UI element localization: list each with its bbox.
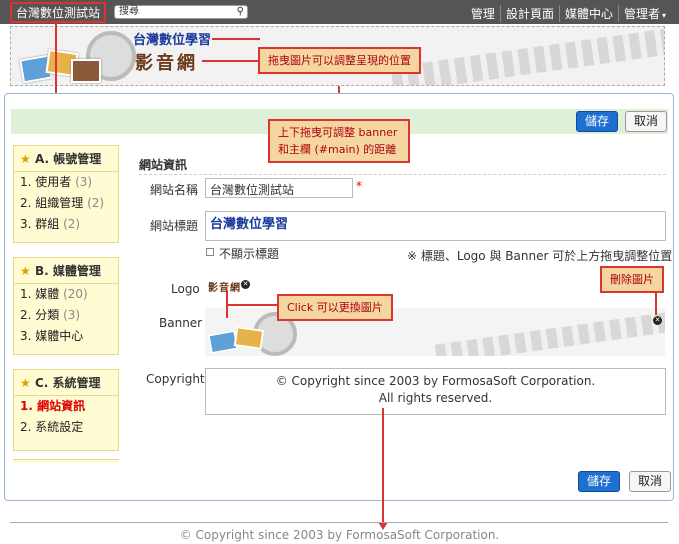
search-icon[interactable]: ⚲	[237, 6, 244, 18]
banner-photo	[71, 59, 101, 83]
site-logo[interactable]: 影音網	[135, 49, 198, 75]
banner-label: Banner	[159, 316, 203, 330]
sidebar-item-site-info[interactable]: 1. 網站資訊	[14, 396, 118, 417]
position-hint: ※ 標題、Logo 與 Banner 可於上方拖曳調整位置	[407, 249, 673, 263]
sidebar-group-media: ★ B. 媒體管理 1. 媒體 (20) 2. 分類 (3) 3. 媒體中心	[13, 257, 119, 355]
section-divider	[139, 174, 666, 175]
sidebar-item-label: 1. 網站資訊	[20, 399, 86, 413]
sidebar-item-label: 2. 分類	[20, 308, 60, 322]
nav-design-page[interactable]: 設計頁面	[499, 5, 559, 22]
sidebar-item-label: 3. 群組	[20, 217, 60, 231]
hide-title-label[interactable]: 不顯示標題	[219, 245, 279, 262]
chevron-down-icon: ▾	[661, 11, 666, 20]
nav-admin-label: 管理者	[623, 7, 660, 21]
required-mark: *	[356, 179, 362, 193]
footer-copyright: © Copyright since 2003 by FormosaSoft Co…	[179, 528, 500, 542]
copyright-line-2: All rights reserved.	[378, 391, 493, 405]
save-button-top[interactable]: 儲存	[576, 111, 619, 132]
sidebar-item-count: (3)	[75, 175, 93, 189]
section-title: 網站資訊	[139, 158, 188, 172]
film-strip-graphic	[390, 27, 664, 85]
sidebar-group-title-text: C. 系統管理	[34, 376, 101, 390]
copyright-textarea[interactable]: © Copyright since 2003 by FormosaSoft Co…	[205, 368, 666, 415]
banner-photo	[233, 326, 265, 350]
site-name-label: 網站名稱	[150, 183, 199, 197]
callout-drag-distance: 上下拖曳可調整 banner 和主欄 (#main) 的距離	[268, 119, 410, 163]
site-title-input[interactable]: 台灣數位學習	[205, 211, 666, 241]
sidebar-item-users[interactable]: 1. 使用者 (3)	[14, 172, 118, 193]
star-icon: ★	[20, 152, 31, 166]
sidebar-group-title: ★ A. 帳號管理	[14, 146, 118, 172]
sidebar-item-count: (3)	[63, 308, 81, 322]
callout-connector	[212, 38, 260, 40]
callout-text-line-1: 上下拖曳可調整 banner	[278, 126, 398, 139]
site-name-input[interactable]: 台灣數位測試站	[205, 178, 353, 198]
star-icon: ★	[20, 264, 31, 278]
top-nav: 管理 設計頁面 媒體中心 管理者 ▾	[466, 5, 671, 22]
nav-media-center[interactable]: 媒體中心	[558, 5, 618, 22]
save-button-bottom[interactable]: 儲存	[578, 471, 621, 492]
sidebar-group-system: ★ C. 系統管理 1. 網站資訊 2. 系統設定	[13, 369, 119, 451]
banner-delete-icon[interactable]: ✕	[653, 316, 662, 325]
callout-connector	[382, 408, 384, 526]
callout-click-change: Click 可以更換圖片	[277, 294, 393, 321]
sidebar-item-label: 2. 組織管理	[20, 196, 84, 210]
sidebar-item-label: 1. 媒體	[20, 287, 60, 301]
cancel-button-top[interactable]: 取消	[625, 111, 668, 132]
sidebar-item-media-center[interactable]: 3. 媒體中心	[14, 326, 118, 347]
sidebar-item-categories[interactable]: 2. 分類 (3)	[14, 305, 118, 326]
site-title-label: 網站標題	[150, 219, 199, 233]
sidebar-item-media[interactable]: 1. 媒體 (20)	[14, 284, 118, 305]
sidebar-item-count: (2)	[87, 196, 105, 210]
search-placeholder: 搜尋	[119, 6, 139, 17]
sidebar-item-system-settings[interactable]: 2. 系統設定	[14, 417, 118, 438]
sidebar-item-groups[interactable]: 3. 群組 (2)	[14, 214, 118, 235]
copyright-line-1: © Copyright since 2003 by FormosaSoft Co…	[275, 374, 596, 388]
sidebar-item-organizations[interactable]: 2. 組織管理 (2)	[14, 193, 118, 214]
logo-delete-icon[interactable]: ✕	[241, 280, 250, 289]
sidebar-group-title-text: A. 帳號管理	[34, 152, 102, 166]
site-title-link[interactable]: 台灣數位測試站	[10, 2, 107, 23]
sidebar-group-title: ★ B. 媒體管理	[14, 258, 118, 284]
star-icon: ★	[20, 376, 31, 390]
sidebar-item-count: (2)	[63, 217, 81, 231]
callout-connector	[202, 60, 260, 62]
search-input[interactable]: 搜尋 ⚲	[114, 5, 248, 19]
footer-divider	[10, 522, 668, 523]
top-bar: 台灣數位測試站 搜尋 ⚲ 管理 設計頁面 媒體中心 管理者 ▾	[0, 0, 679, 24]
cancel-button-bottom[interactable]: 取消	[629, 471, 672, 492]
nav-manage[interactable]: 管理	[466, 5, 500, 22]
sidebar-item-label: 2. 系統設定	[20, 420, 84, 434]
sidebar-group-title-text: B. 媒體管理	[34, 264, 101, 278]
sidebar-group-accounts: ★ A. 帳號管理 1. 使用者 (3) 2. 組織管理 (2) 3. 群組 (…	[13, 145, 119, 243]
callout-text-line-2: 和主欄 (#main) 的距離	[278, 143, 397, 156]
copyright-label: Copyright	[146, 372, 205, 386]
logo-image[interactable]: 影音網	[208, 279, 241, 294]
banner-film-graphic	[434, 311, 665, 356]
sidebar-bottom-edge	[13, 459, 119, 463]
callout-drag-image: 拖曳圖片可以調整呈現的位置	[258, 47, 421, 74]
site-title-brand[interactable]: 台灣數位學習	[133, 29, 211, 48]
nav-admin-menu[interactable]: 管理者 ▾	[617, 5, 671, 22]
banner-image[interactable]	[205, 308, 665, 356]
logo-label: Logo	[171, 282, 200, 296]
callout-connector	[226, 304, 278, 306]
sidebar-item-label: 3. 媒體中心	[20, 329, 84, 343]
callout-delete-image: 刪除圖片	[600, 266, 664, 293]
hide-title-checkbox[interactable]	[206, 248, 214, 256]
sidebar-item-count: (20)	[63, 287, 88, 301]
sidebar-group-title: ★ C. 系統管理	[14, 370, 118, 396]
sidebar-item-label: 1. 使用者	[20, 175, 72, 189]
callout-connector	[655, 291, 657, 315]
